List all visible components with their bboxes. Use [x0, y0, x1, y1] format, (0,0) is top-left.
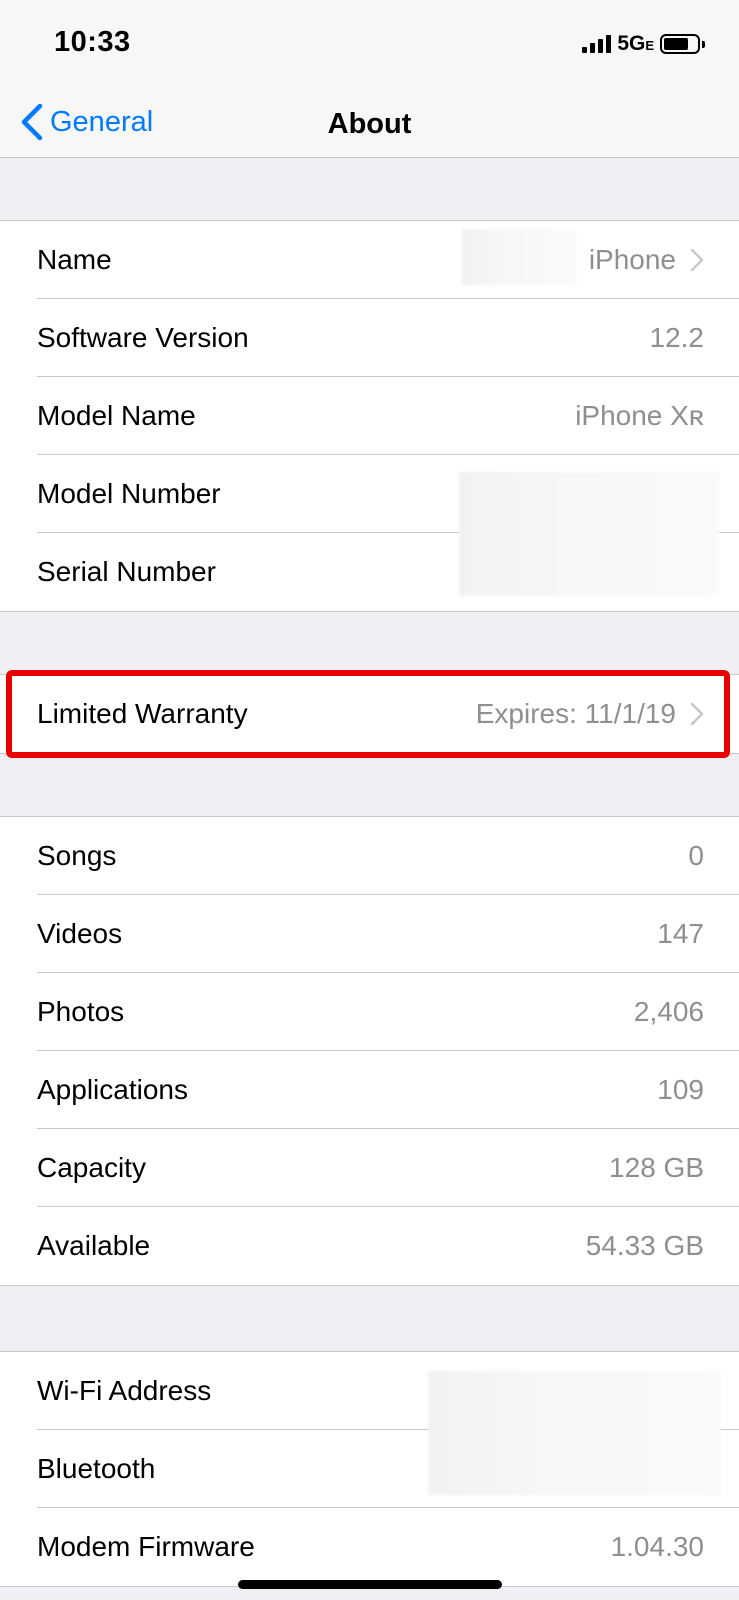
chevron-left-icon [21, 103, 43, 141]
row-value: 0 [688, 839, 704, 871]
navigation-bar: General About [0, 90, 739, 158]
row-value: 1.04.30 [610, 1531, 704, 1562]
row-label: Available [37, 1230, 151, 1261]
status-indicators: 5GE [582, 32, 705, 56]
row-modem-firmware: Modem Firmware 1.04.30 [37, 1508, 739, 1586]
battery-level [664, 38, 688, 50]
row-model-name: Model Name iPhone Xʀ [37, 377, 739, 455]
row-label: Videos [37, 917, 123, 949]
back-button-label: General [50, 105, 154, 138]
row-label: Limited Warranty [37, 698, 248, 729]
row-software-version: Software Version 12.2 [37, 299, 739, 377]
row-value: 147 [657, 917, 704, 949]
network-type: 5GE [617, 32, 654, 56]
row-applications: Applications 109 [37, 1051, 739, 1129]
battery-icon [660, 34, 700, 54]
chevron-right-icon [690, 248, 704, 271]
row-name[interactable]: Name iPhone [37, 221, 739, 299]
chevron-right-icon [690, 702, 704, 726]
network-type-suffix: E [645, 38, 654, 53]
row-label: Photos [37, 995, 125, 1027]
row-value: 12.2 [649, 321, 705, 353]
row-label: Model Name [37, 399, 196, 431]
row-limited-warranty[interactable]: Limited Warranty Expires: 11/1/19 [37, 675, 739, 753]
row-capacity: Capacity 128 GB [37, 1129, 739, 1207]
row-videos: Videos 147 [37, 895, 739, 973]
row-label: Software Version [37, 321, 249, 353]
cellular-signal-icon [582, 35, 612, 53]
row-value: 2,406 [633, 995, 704, 1027]
media-info-group: Songs 0 Videos 147 Photos 2,406 Applicat… [0, 816, 739, 1286]
row-label: Applications [37, 1073, 188, 1105]
status-time: 10:33 [54, 26, 131, 58]
back-button[interactable]: General [20, 98, 153, 146]
row-label: Modem Firmware [37, 1531, 255, 1562]
row-value: 109 [657, 1073, 704, 1105]
redacted-addresses-blur [428, 1371, 721, 1495]
home-indicator[interactable] [238, 1580, 502, 1589]
redacted-numbers-blur [459, 472, 719, 596]
row-value: iPhone Xʀ [575, 399, 704, 431]
row-songs: Songs 0 [37, 817, 739, 895]
row-available: Available 54.33 GB [37, 1207, 739, 1285]
row-value: 54.33 GB [585, 1230, 704, 1261]
status-bar: 10:33 5GE [0, 0, 739, 90]
row-photos: Photos 2,406 [37, 973, 739, 1051]
warranty-group: Limited Warranty Expires: 11/1/19 [0, 674, 739, 754]
row-label: Capacity [37, 1151, 146, 1183]
redacted-name-blur [462, 229, 576, 285]
row-value: iPhone [588, 243, 676, 275]
row-label: Songs [37, 839, 117, 871]
network-type-label: 5G [617, 32, 646, 55]
battery-cap [702, 40, 705, 48]
row-value: 128 GB [609, 1151, 704, 1183]
row-value: Expires: 11/1/19 [475, 698, 676, 729]
